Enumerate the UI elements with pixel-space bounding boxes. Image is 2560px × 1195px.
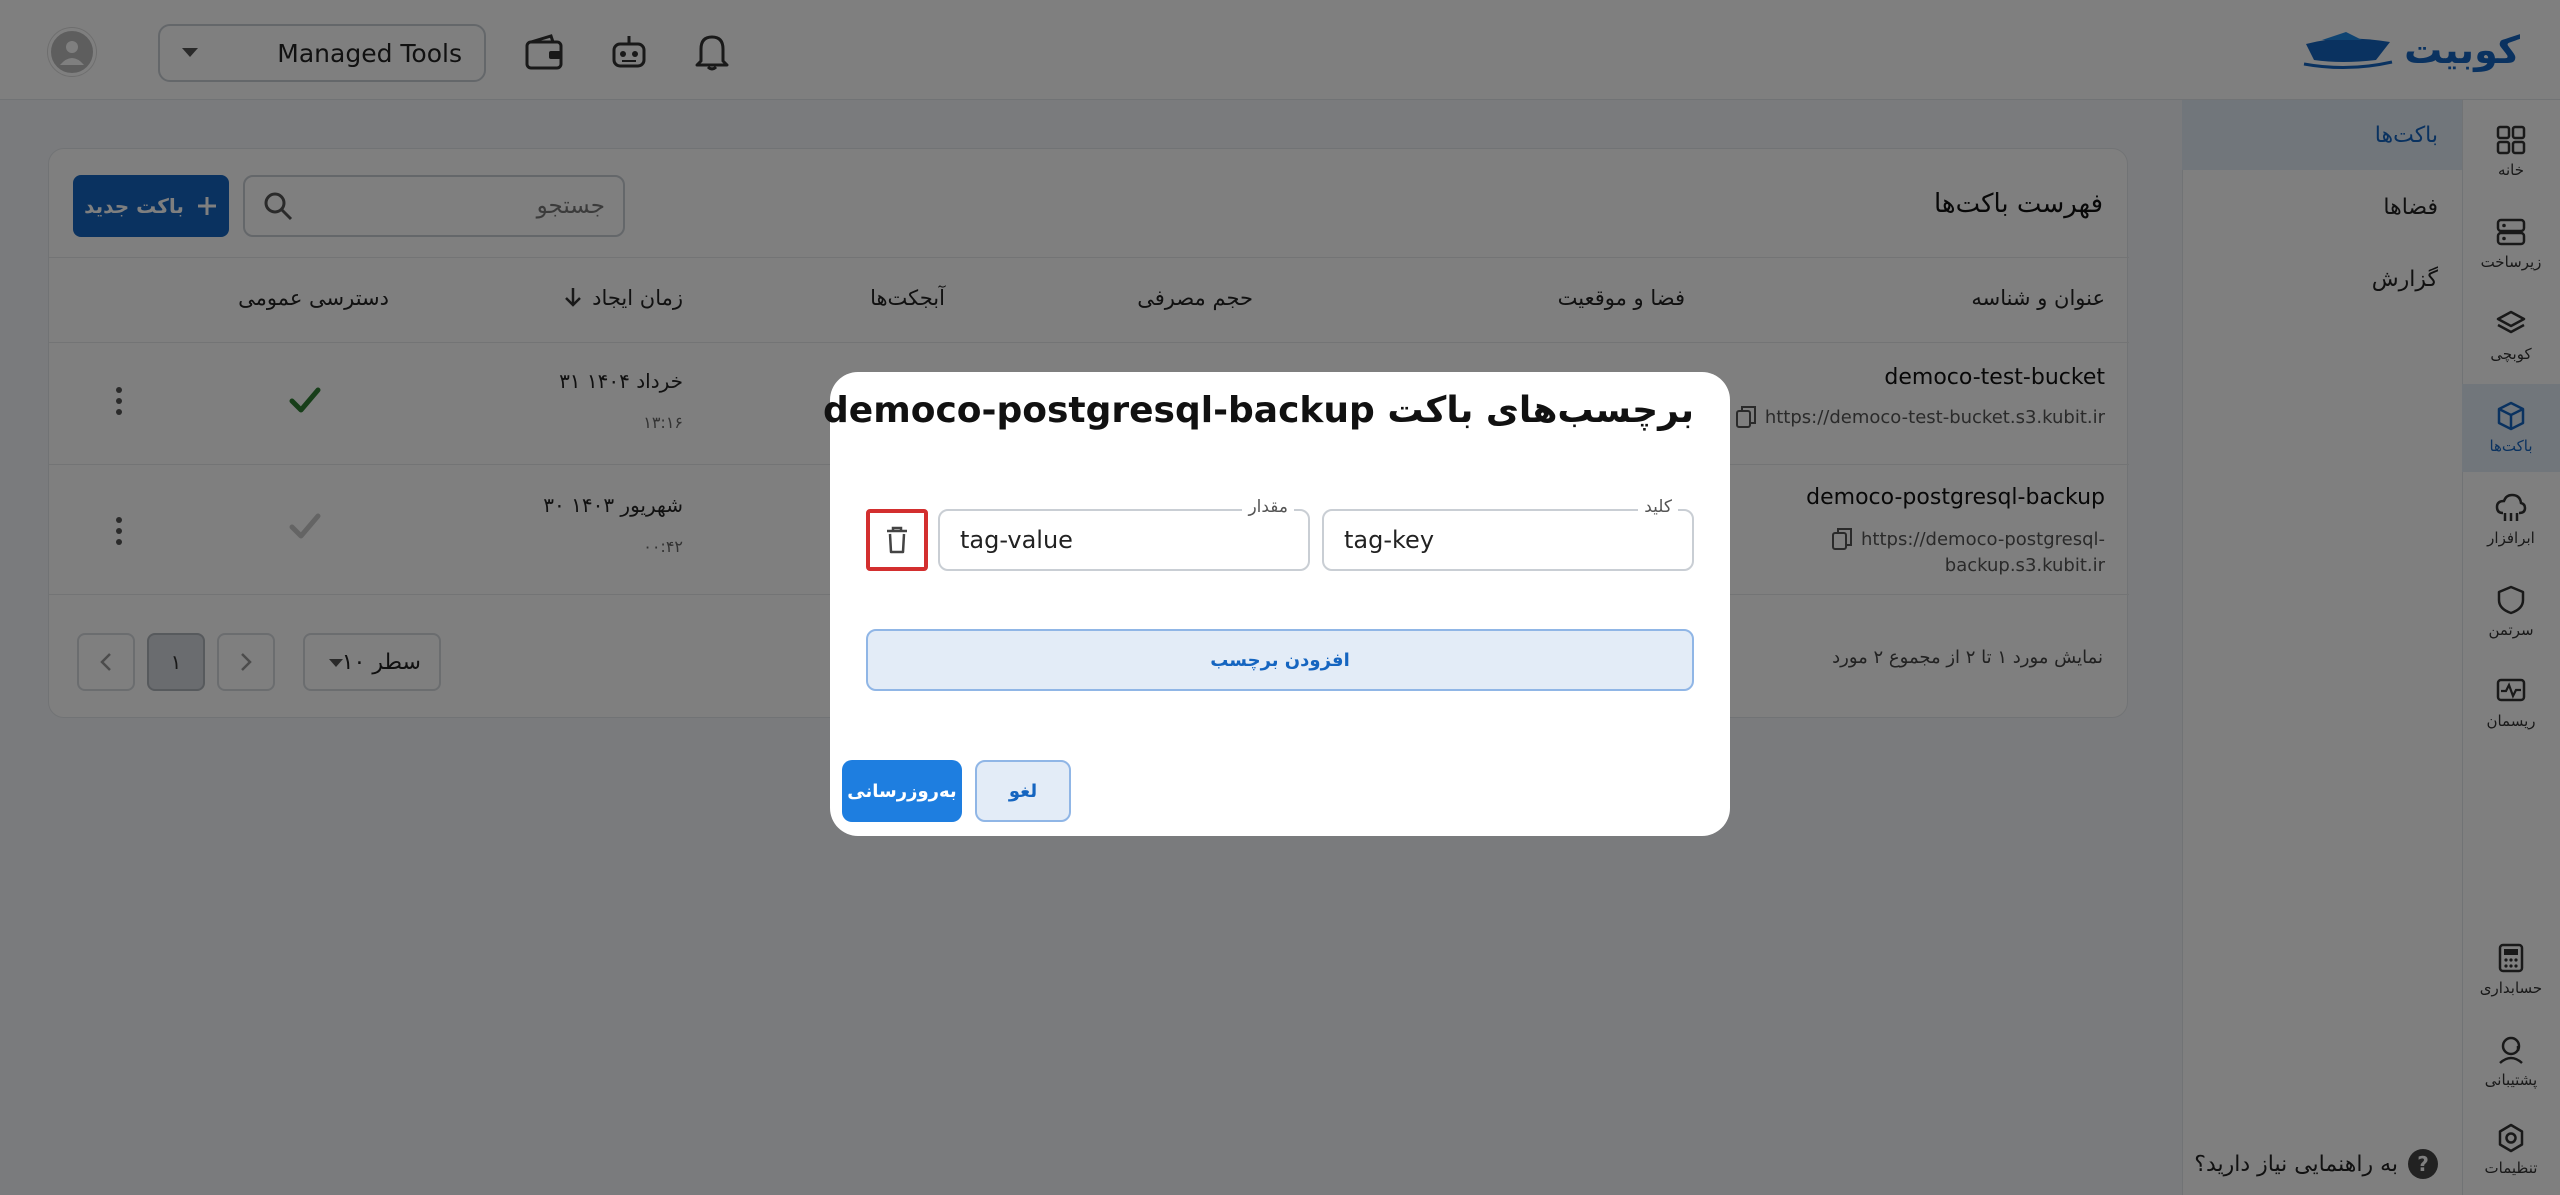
delete-tag-button[interactable] [866,509,928,571]
tag-key-label: کلید [1638,497,1678,517]
tag-value-field[interactable]: مقدار [938,497,1310,571]
dialog-title: برچسب‌های باکت democo-postgresql-backup [823,390,1694,431]
cancel-button[interactable]: لغو [975,760,1071,822]
tag-value-input[interactable] [940,511,1308,569]
tag-key-field[interactable]: کلید [1322,497,1694,571]
bucket-tags-dialog: برچسب‌های باکت democo-postgresql-backup … [823,372,1730,836]
tag-value-label: مقدار [1242,497,1294,517]
trash-icon [887,526,907,554]
tag-key-input[interactable] [1324,511,1692,569]
update-button[interactable]: به‌روزرسانی [842,760,962,822]
add-tag-button[interactable]: افزودن برچسب [866,629,1694,691]
